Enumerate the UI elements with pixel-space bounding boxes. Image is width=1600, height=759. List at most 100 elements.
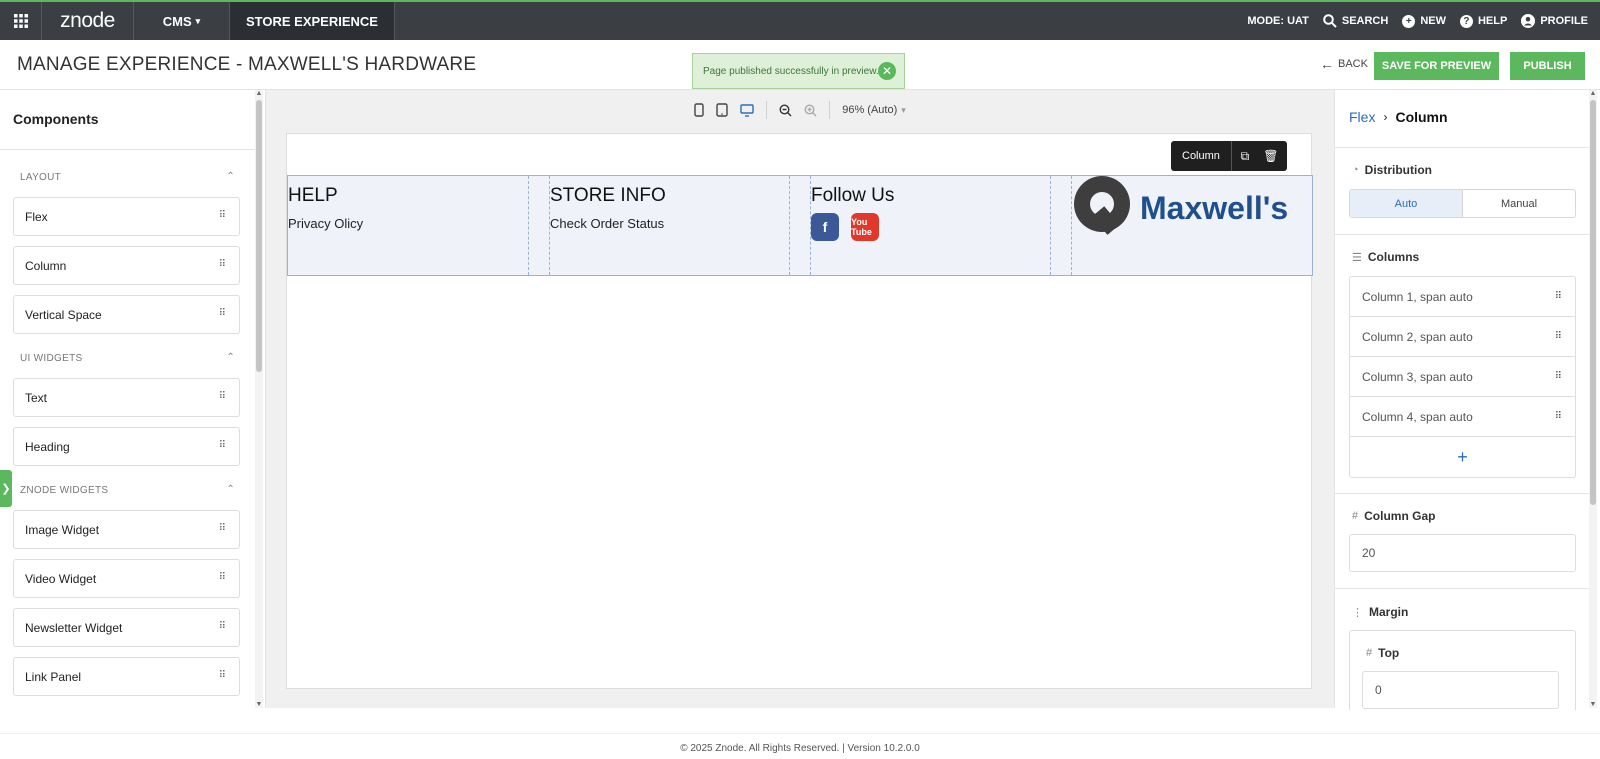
zoom-value: 96% (Auto) bbox=[842, 104, 898, 116]
drag-handle-icon[interactable]: ⠿ bbox=[219, 572, 226, 583]
drag-handle-icon[interactable]: ⠿ bbox=[1555, 411, 1562, 422]
trash-icon[interactable]: 🗑 bbox=[1258, 149, 1284, 163]
scroll-thumb[interactable] bbox=[256, 100, 262, 372]
column-heading: HELP bbox=[288, 185, 338, 206]
hash-icon: # bbox=[1366, 647, 1373, 659]
column-item-label: Column 2, span auto bbox=[1362, 329, 1473, 344]
drag-handle-icon[interactable]: ⠿ bbox=[219, 523, 226, 534]
top-text: Top bbox=[1378, 646, 1400, 660]
nav-cms-label: CMS bbox=[162, 13, 192, 29]
breadcrumb-flex[interactable]: Flex bbox=[1349, 109, 1375, 125]
component-vertical-space[interactable]: Vertical Space ⠿ bbox=[13, 295, 240, 334]
component-video-widget[interactable]: Video Widget ⠿ bbox=[13, 559, 240, 598]
list-item[interactable]: Column 1, span auto ⠿ bbox=[1350, 277, 1575, 317]
column-4[interactable]: Maxwell's bbox=[1071, 176, 1312, 275]
copy-icon[interactable]: ⧉ bbox=[1232, 149, 1258, 164]
component-image-widget[interactable]: Image Widget ⠿ bbox=[13, 510, 240, 549]
list-item[interactable]: Column 4, span auto ⠿ bbox=[1350, 397, 1575, 437]
divider bbox=[0, 149, 255, 150]
column-2[interactable]: STORE INFO Check Order Status bbox=[549, 176, 790, 275]
tablet-view-icon[interactable] bbox=[716, 103, 728, 117]
column-item-label: Column 3, span auto bbox=[1362, 369, 1473, 384]
drag-handle-icon[interactable]: ⠿ bbox=[219, 621, 226, 632]
drag-handle-icon[interactable]: ⠿ bbox=[219, 308, 226, 319]
profile-label: PROFILE bbox=[1540, 15, 1588, 27]
chevron-up-icon: ⌃ bbox=[226, 171, 235, 182]
chevron-right-icon: ❯ bbox=[1, 483, 11, 495]
znode-logo[interactable]: znode bbox=[42, 2, 134, 40]
zoom-out-icon[interactable] bbox=[779, 103, 792, 117]
divider bbox=[1335, 493, 1591, 494]
drag-handle-icon[interactable]: ⠿ bbox=[219, 670, 226, 681]
drag-handle-icon[interactable]: ⠿ bbox=[219, 210, 226, 221]
zoom-select[interactable]: 96% (Auto) ▾ bbox=[830, 104, 918, 116]
column-badge: Column ⧉ 🗑 bbox=[1171, 141, 1287, 171]
column-heading: STORE INFO bbox=[550, 185, 666, 206]
scroll-up-icon[interactable]: ▲ bbox=[1589, 90, 1597, 97]
apps-grid-icon[interactable] bbox=[0, 2, 42, 40]
component-heading[interactable]: Heading ⠿ bbox=[13, 427, 240, 466]
section-znode-widgets[interactable]: ZNODE WIDGETS ⌃ bbox=[20, 484, 235, 496]
right-scrollbar[interactable]: ▲ ▼ bbox=[1589, 90, 1597, 708]
drag-handle-icon[interactable]: ⠿ bbox=[219, 259, 226, 270]
top-label: # Top bbox=[1366, 646, 1399, 660]
search-button[interactable]: SEARCH bbox=[1323, 14, 1388, 28]
section-ui-widgets[interactable]: UI WIDGETS ⌃ bbox=[20, 352, 235, 364]
facebook-icon[interactable]: f bbox=[811, 213, 839, 241]
distribution-auto[interactable]: Auto bbox=[1350, 190, 1463, 217]
youtube-icon[interactable]: You Tube bbox=[851, 213, 879, 241]
desktop-view-icon[interactable] bbox=[740, 103, 754, 117]
nav-store-experience[interactable]: STORE EXPERIENCE bbox=[230, 2, 395, 40]
panel-toggle-button[interactable]: ❯ bbox=[0, 470, 12, 507]
back-button[interactable]: ← BACK bbox=[1320, 56, 1368, 72]
component-column[interactable]: Column ⠿ bbox=[13, 246, 240, 285]
drag-handle-icon[interactable]: ⠿ bbox=[1555, 371, 1562, 382]
distribution-manual[interactable]: Manual bbox=[1463, 190, 1575, 217]
list-item[interactable]: Column 3, span auto ⠿ bbox=[1350, 357, 1575, 397]
component-flex[interactable]: Flex ⠿ bbox=[13, 197, 240, 236]
flex-row[interactable]: HELP Privacy Olicy STORE INFO Check Orde… bbox=[287, 175, 1313, 276]
component-label: Column bbox=[25, 258, 67, 273]
add-column-button[interactable]: + bbox=[1350, 437, 1575, 477]
columns-list: Column 1, span auto ⠿ Column 2, span auto… bbox=[1349, 276, 1576, 478]
component-link-panel[interactable]: Link Panel ⠿ bbox=[13, 657, 240, 696]
component-newsletter-widget[interactable]: Newsletter Widget ⠿ bbox=[13, 608, 240, 647]
distribution-text: Distribution bbox=[1364, 163, 1432, 177]
drag-handle-icon[interactable]: ⠿ bbox=[1555, 291, 1562, 302]
list-item[interactable]: Column 2, span auto ⠿ bbox=[1350, 317, 1575, 357]
scroll-down-icon[interactable]: ▼ bbox=[255, 701, 263, 708]
help-button[interactable]: ? HELP bbox=[1459, 14, 1507, 28]
columns-label: ☰ Columns bbox=[1352, 250, 1419, 264]
divider bbox=[1335, 147, 1591, 148]
toast-message: Page published successfully in preview. bbox=[703, 65, 879, 77]
scroll-up-icon[interactable]: ▲ bbox=[255, 90, 263, 97]
properties-panel: Flex › Column ◔ Distribution Auto Manual… bbox=[1334, 90, 1600, 710]
zoom-in-icon[interactable] bbox=[804, 103, 817, 117]
help-icon: ? bbox=[1459, 14, 1473, 28]
left-scrollbar[interactable]: ▲ ▼ bbox=[255, 90, 263, 708]
profile-button[interactable]: PROFILE bbox=[1521, 14, 1588, 28]
column-gap-text: Column Gap bbox=[1364, 509, 1436, 523]
column-link[interactable]: Privacy Olicy bbox=[288, 216, 363, 231]
margin-top-input[interactable]: 0 bbox=[1362, 671, 1559, 709]
scroll-down-icon[interactable]: ▼ bbox=[1589, 701, 1597, 708]
scroll-thumb[interactable] bbox=[1590, 100, 1596, 505]
publish-button[interactable]: PUBLISH bbox=[1510, 52, 1585, 80]
drag-handle-icon[interactable]: ⠿ bbox=[1555, 331, 1562, 342]
close-icon[interactable]: ✕ bbox=[878, 62, 896, 80]
nav-cms-menu[interactable]: CMS ▾ bbox=[134, 2, 230, 40]
column-1[interactable]: HELP Privacy Olicy bbox=[288, 176, 529, 275]
mobile-view-icon[interactable] bbox=[694, 103, 704, 117]
component-label: Text bbox=[25, 390, 48, 405]
drag-handle-icon[interactable]: ⠿ bbox=[219, 440, 226, 451]
component-text[interactable]: Text ⠿ bbox=[13, 378, 240, 417]
save-for-preview-button[interactable]: SAVE FOR PREVIEW bbox=[1374, 52, 1499, 80]
column-3[interactable]: Follow Us f You Tube bbox=[810, 176, 1051, 275]
component-label: Link Panel bbox=[25, 669, 82, 684]
distribution-label: ◔ Distribution bbox=[1352, 163, 1432, 177]
drag-handle-icon[interactable]: ⠿ bbox=[219, 391, 226, 402]
column-link[interactable]: Check Order Status bbox=[550, 216, 664, 231]
new-button[interactable]: + NEW bbox=[1402, 14, 1446, 28]
column-gap-input[interactable]: 20 bbox=[1349, 534, 1576, 572]
section-layout[interactable]: LAYOUT ⌃ bbox=[20, 171, 235, 183]
